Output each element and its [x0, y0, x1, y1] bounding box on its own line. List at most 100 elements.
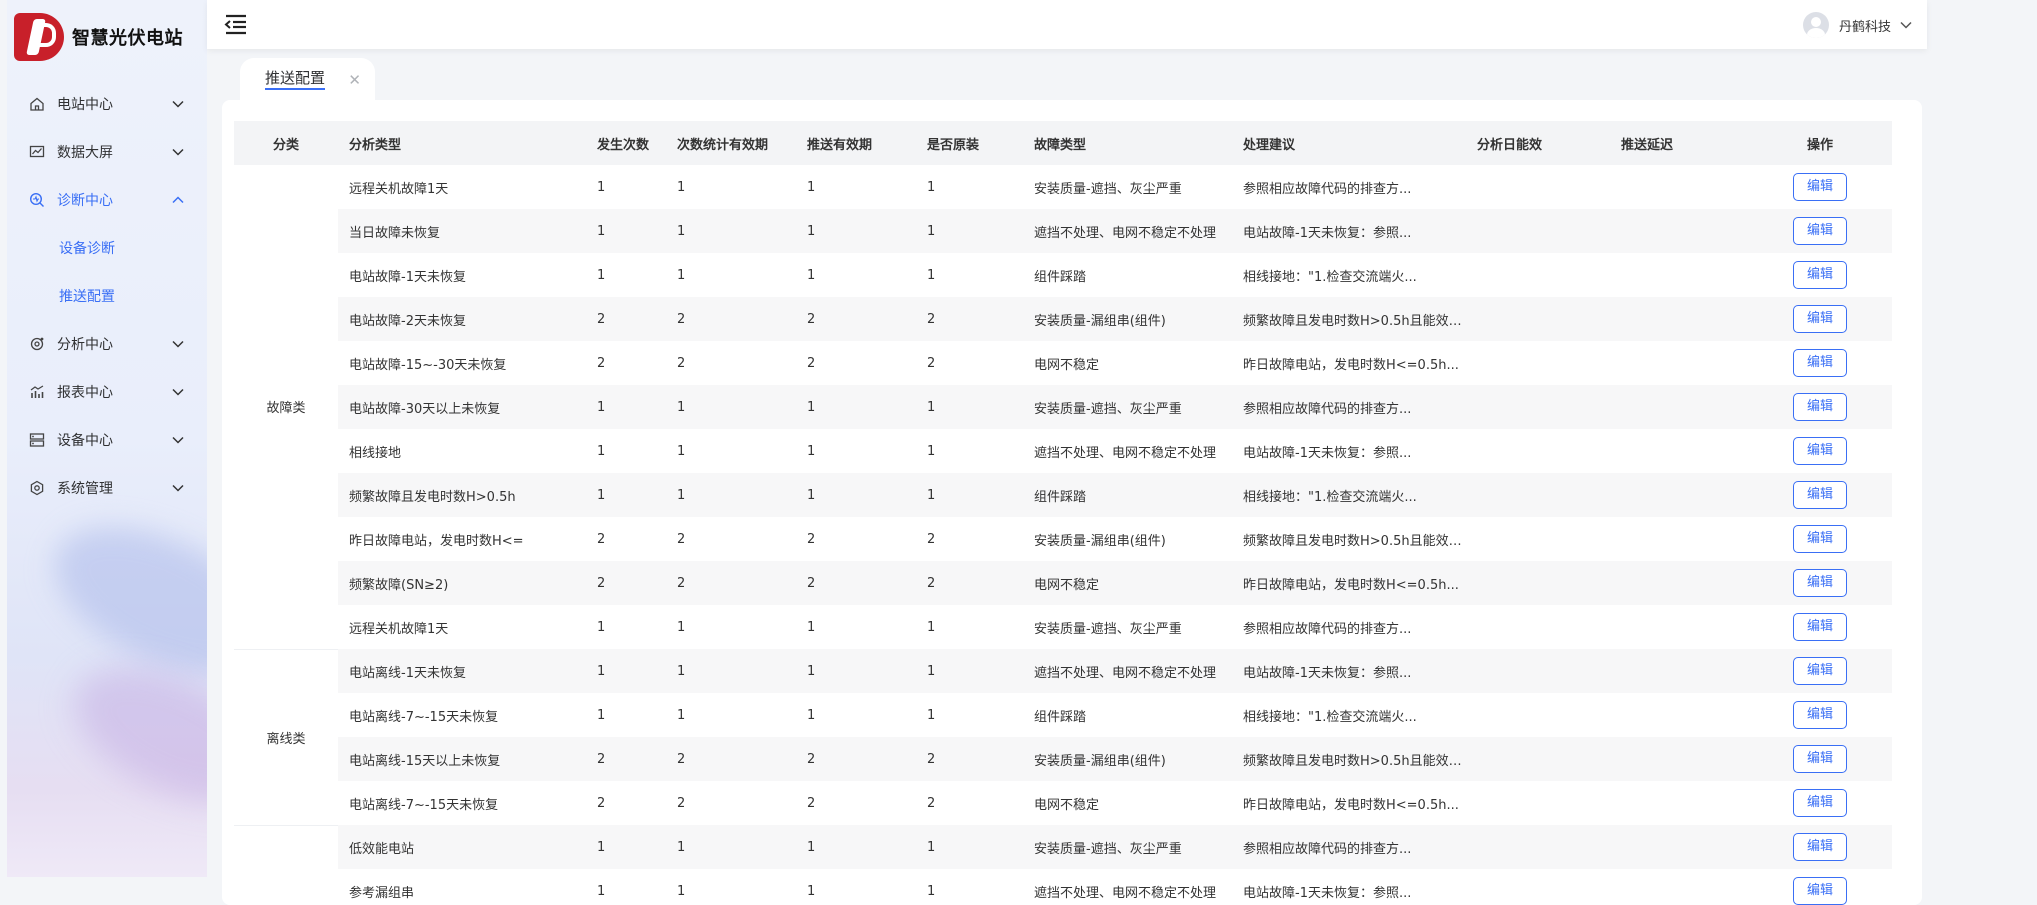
- sidebar-item-3[interactable]: 分析中心: [7, 320, 207, 368]
- column-original-cell: 1: [927, 267, 936, 283]
- column-count-cell: 1: [586, 473, 666, 517]
- column-original-cell: 1: [916, 385, 1023, 429]
- avatar: [1802, 12, 1829, 38]
- column-daily-efficiency-cell: [1466, 165, 1610, 209]
- device-icon: [29, 432, 45, 448]
- edit-button[interactable]: 编辑: [1793, 525, 1847, 553]
- actions-cell: 编辑: [1748, 253, 1892, 297]
- column-fault-type-cell: 电网不稳定: [1023, 561, 1232, 605]
- column-original-cell: 1: [916, 473, 1023, 517]
- column-daily-efficiency-cell: [1466, 473, 1610, 517]
- edit-button[interactable]: 编辑: [1793, 481, 1847, 509]
- column-count-cell: 1: [597, 179, 606, 195]
- edit-button[interactable]: 编辑: [1793, 173, 1847, 201]
- edit-button[interactable]: 编辑: [1793, 349, 1847, 377]
- column-analysis-type-cell: 频繁故障(SN≥2): [338, 561, 586, 605]
- column-advice-cell: 昨日故障电站，发电时数H<=0.5h...: [1243, 357, 1459, 373]
- column-push-delay-cell: [1610, 825, 1748, 869]
- column-count-cell: 2: [597, 531, 606, 547]
- screen-chart-icon: [29, 144, 45, 160]
- menu-toggle-icon[interactable]: [223, 13, 247, 35]
- user-menu[interactable]: 丹鹤科技: [1802, 12, 1913, 38]
- sidebar-item-5[interactable]: 设备中心: [7, 416, 207, 464]
- column-push-validity-cell: 2: [796, 561, 916, 605]
- edit-button[interactable]: 编辑: [1793, 877, 1847, 905]
- column-advice-cell: 昨日故障电站，发电时数H<=0.5h...: [1243, 797, 1459, 813]
- edit-button[interactable]: 编辑: [1793, 305, 1847, 333]
- edit-button[interactable]: 编辑: [1793, 745, 1847, 773]
- column-push-delay-cell: [1610, 605, 1748, 649]
- chevron-down-icon: [172, 436, 184, 444]
- edit-button[interactable]: 编辑: [1793, 613, 1847, 641]
- column-advice-cell: 参照相应故障代码的排查方...: [1232, 385, 1466, 429]
- column-fault-type-cell: 安装质量-遮挡、灰尘严重: [1034, 621, 1182, 637]
- column-daily-efficiency-cell: [1466, 253, 1610, 297]
- column-daily-efficiency-cell: [1466, 737, 1610, 781]
- close-icon[interactable]: ✕: [348, 71, 361, 89]
- table-row: 频繁故障且发电时数H>0.5h 1 1 1 1 组件踩踏 相线接地："1.检查交流端火...…: [234, 473, 1892, 517]
- table-row: 电站故障-30天以上未恢复 1 1 1 1 安装质量-遮挡、灰尘严重 参照相应故障代码的排查…: [234, 385, 1892, 429]
- column-count-validity-cell: 1: [677, 619, 686, 635]
- column-push-delay-cell: [1610, 649, 1748, 693]
- user-name: 丹鹤科技: [1838, 19, 1891, 35]
- sidebar-subitem-2-1[interactable]: 推送配置: [7, 272, 207, 320]
- tab-push-config[interactable]: 推送配置 ✕: [240, 58, 375, 100]
- column-analysis-type-cell: 电站故障-2天未恢复: [338, 297, 586, 341]
- column-fault-type-cell: 遮挡不处理、电网不稳定不处理: [1034, 885, 1217, 901]
- column-daily-efficiency-cell: [1466, 517, 1610, 561]
- table-row: 昨日故障电站，发电时数H<= 2 2 2 2 安装质量-漏组串(组件) 频繁故障且发电时数H…: [234, 517, 1892, 561]
- column-push-validity-cell: 2: [796, 737, 916, 781]
- edit-button[interactable]: 编辑: [1793, 437, 1847, 465]
- sidebar-item-6[interactable]: 系统管理: [7, 464, 207, 512]
- edit-button[interactable]: 编辑: [1793, 569, 1847, 597]
- sidebar-subitem-2-0[interactable]: 设备诊断: [7, 224, 207, 272]
- column-push-validity-cell: 2: [807, 795, 816, 811]
- sidebar-item-label: 电站中心: [57, 97, 113, 113]
- sidebar-item-1[interactable]: 数据大屏: [7, 128, 207, 176]
- column-push-validity-cell: 2: [807, 531, 816, 547]
- column-push-delay-cell: [1610, 209, 1748, 253]
- column-advice-cell: 电站故障-1天未恢复：参照...: [1243, 445, 1412, 461]
- actions-cell: 编辑: [1748, 649, 1892, 693]
- table-row: 远程关机故障1天 1 1 1 1 安装质量-遮挡、灰尘严重 参照相应故障代码的排查方... 编…: [234, 605, 1892, 649]
- column-push-delay-cell: [1610, 473, 1748, 517]
- table-row: 电站离线-7~-15天未恢复 1 1 1 1 组件踩踏 相线接地："1.检查交流端火... 编…: [234, 693, 1892, 737]
- column-fault-type-cell: 组件踩踏: [1034, 269, 1087, 285]
- sidebar-item-2[interactable]: 诊断中心: [7, 176, 207, 224]
- column-count-validity-cell: 2: [666, 297, 796, 341]
- column-advice-cell: 相线接地："1.检查交流端火...: [1243, 709, 1417, 725]
- edit-button[interactable]: 编辑: [1793, 789, 1847, 817]
- column-push-delay-cell: [1610, 561, 1748, 605]
- column-daily-efficiency-header: 分析日能效: [1466, 121, 1610, 165]
- column-fault-type-cell: 电网不稳定: [1034, 357, 1100, 373]
- column-push-validity-cell: 1: [807, 707, 816, 723]
- sidebar-item-0[interactable]: 电站中心: [7, 80, 207, 128]
- edit-button[interactable]: 编辑: [1793, 261, 1847, 289]
- table-row: 参考漏组串 1 1 1 1 遮挡不处理、电网不稳定不处理 电站故障-1天未恢复：参照... 编…: [234, 869, 1892, 905]
- column-original-cell: 1: [916, 209, 1023, 253]
- column-push-delay-cell: [1610, 385, 1748, 429]
- edit-button[interactable]: 编辑: [1793, 701, 1847, 729]
- column-push-delay-header: 推送延迟: [1610, 121, 1748, 165]
- actions-cell: 编辑: [1748, 693, 1892, 737]
- edit-button[interactable]: 编辑: [1793, 393, 1847, 421]
- column-original-cell: 1: [927, 619, 936, 635]
- sidebar-item-4[interactable]: 报表中心: [7, 368, 207, 416]
- column-push-delay-cell: [1610, 429, 1748, 473]
- column-daily-efficiency-cell: [1466, 209, 1610, 253]
- report-icon: [29, 384, 45, 400]
- column-count-validity-cell: 2: [666, 737, 796, 781]
- category-cell: [234, 825, 338, 905]
- column-push-delay-cell: [1610, 165, 1748, 209]
- column-count-validity-cell: 1: [666, 825, 796, 869]
- column-analysis-type-cell: 电站离线-15天以上未恢复: [338, 737, 586, 781]
- edit-button[interactable]: 编辑: [1793, 217, 1847, 245]
- column-analysis-type-cell: 远程关机故障1天: [349, 181, 449, 197]
- column-push-validity-cell: 1: [796, 385, 916, 429]
- column-fault-type-cell: 组件踩踏: [1034, 709, 1087, 725]
- edit-button[interactable]: 编辑: [1793, 833, 1847, 861]
- column-advice-cell: 参照相应故障代码的排查方...: [1232, 825, 1466, 869]
- edit-button[interactable]: 编辑: [1793, 657, 1847, 685]
- column-count-cell: 2: [586, 561, 666, 605]
- actions-cell: 编辑: [1748, 737, 1892, 781]
